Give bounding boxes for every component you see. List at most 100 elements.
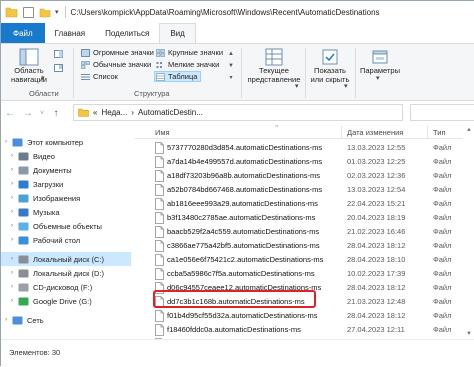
nav-item[interactable]: › Изображения bbox=[1, 191, 131, 205]
chevron-right-icon[interactable]: › bbox=[1, 317, 11, 323]
large-icons-icon bbox=[156, 48, 165, 57]
nav-item[interactable]: › Музыка bbox=[1, 205, 131, 219]
nav-item[interactable]: › Google Drive (G:) bbox=[1, 294, 131, 308]
nav-item[interactable]: › Сеть bbox=[1, 313, 131, 327]
chevron-right-icon[interactable]: › bbox=[7, 256, 17, 262]
preview-pane-button[interactable] bbox=[54, 50, 66, 58]
search-input[interactable] bbox=[410, 104, 474, 121]
nav-item[interactable]: › Этот компьютер bbox=[1, 135, 131, 149]
forward-arrow-icon[interactable]: → bbox=[19, 108, 37, 119]
file-type: Файл bbox=[433, 227, 452, 236]
file-type: Файл bbox=[433, 143, 452, 152]
table-row[interactable]: c3866ae775a42bf5.automaticDestinations-m… bbox=[135, 239, 474, 253]
nav-item-label: Музыка bbox=[33, 207, 60, 217]
options-button[interactable]: Параметры bbox=[357, 48, 403, 75]
file-date: 13.03.2023 12:55 bbox=[347, 143, 406, 152]
nav-item[interactable]: › Объемные объекты bbox=[1, 219, 131, 233]
nav-item[interactable]: › Видео bbox=[1, 149, 131, 163]
chevron-down-icon[interactable]: ▾ bbox=[376, 74, 380, 82]
table-row[interactable]: a18df73203b96a8b.automaticDestinations-m… bbox=[135, 169, 474, 183]
vertical-scrollbar[interactable]: ▲ ▼ bbox=[463, 125, 474, 339]
tab-file[interactable]: Файл bbox=[1, 23, 45, 43]
column-header-type[interactable]: Тип bbox=[433, 128, 446, 137]
chevron-right-icon[interactable]: › bbox=[7, 167, 17, 173]
layout-scroll-arrows[interactable]: ▲ ▼ ▾ bbox=[227, 48, 235, 84]
back-arrow-icon[interactable]: ← bbox=[1, 108, 19, 119]
table-view-option[interactable]: Таблица bbox=[154, 71, 202, 82]
current-view-button[interactable]: Текущее представление bbox=[245, 48, 303, 84]
huge-icons-option[interactable]: Огромные значки bbox=[81, 48, 154, 57]
file-icon bbox=[155, 282, 164, 294]
scroll-down-icon[interactable]: ▼ bbox=[466, 331, 472, 337]
nav-item[interactable]: › Загрузки bbox=[1, 177, 131, 191]
tab-view[interactable]: Вид bbox=[159, 23, 196, 43]
up-arrow-icon[interactable]: ↑ bbox=[47, 108, 65, 119]
file-date: 02.03.2023 12:36 bbox=[347, 171, 406, 180]
breadcrumb-separator-icon[interactable]: › bbox=[131, 108, 134, 117]
google-drive-icon bbox=[17, 296, 29, 306]
chevron-right-icon[interactable]: › bbox=[1, 139, 11, 145]
nav-item[interactable]: › Локальный диск (C:) bbox=[1, 252, 131, 266]
medium-icons-option[interactable]: Обычные значки bbox=[81, 60, 151, 69]
explorer-window: ▾ C:\Users\kompick\AppData\Roaming\Micro… bbox=[0, 0, 474, 367]
chevron-right-icon[interactable]: › bbox=[7, 153, 17, 159]
breadcrumb-overflow-icon[interactable]: « bbox=[93, 108, 97, 117]
nav-item[interactable]: › Локальный диск (D:) bbox=[1, 266, 131, 280]
column-header-date[interactable]: Дата изменения bbox=[347, 128, 403, 137]
table-row[interactable]: f18460fddc0a.automaticDestinations-ms 27.… bbox=[135, 323, 474, 337]
table-row[interactable]: baacb529f2a4c559.automaticDestinations-m… bbox=[135, 225, 474, 239]
chevron-right-icon[interactable]: › bbox=[7, 298, 17, 304]
nav-item[interactable]: › CD-дисковод (F:) bbox=[1, 280, 131, 294]
chevron-right-icon[interactable]: › bbox=[7, 209, 17, 215]
chevron-right-icon[interactable]: › bbox=[7, 195, 17, 201]
table-row[interactable]: b3f13480c2785ae.automaticDestinations-ms… bbox=[135, 211, 474, 225]
chevron-right-icon[interactable]: › bbox=[7, 284, 17, 290]
table-row[interactable]: d06c94557ceaee12.automaticDestinations-m… bbox=[135, 281, 474, 295]
tab-home[interactable]: Главная bbox=[45, 23, 95, 43]
chevron-up-icon[interactable]: ▲ bbox=[227, 48, 235, 60]
chevron-down-icon[interactable]: ▾ bbox=[295, 82, 299, 90]
show-hide-button[interactable]: Показать или скрыть bbox=[307, 48, 353, 84]
chevron-right-icon[interactable]: › bbox=[7, 181, 17, 187]
quick-access-checkbox[interactable] bbox=[23, 6, 34, 18]
table-row[interactable]: dd7c3b1c168b.automaticDestinations-ms 21.… bbox=[135, 295, 474, 309]
table-row[interactable]: a7da14b4e499557d.automaticDestinations-m… bbox=[135, 155, 474, 169]
address-box[interactable]: « Неда... › AutomaticDestin... bbox=[73, 104, 403, 121]
file-name: f18460fddc0a.automaticDestinations-ms bbox=[167, 325, 301, 334]
chevron-down-icon[interactable]: ▾ bbox=[344, 82, 348, 90]
scroll-up-icon[interactable]: ▲ bbox=[466, 127, 472, 133]
nav-item-label: Документы bbox=[33, 165, 72, 175]
chevron-down-icon[interactable]: ▾ bbox=[55, 8, 59, 16]
breadcrumb-recent[interactable]: Неда... bbox=[101, 108, 127, 117]
small-icons-option[interactable]: Мелкие значки bbox=[156, 60, 219, 69]
large-icons-option[interactable]: Крупные значки bbox=[156, 48, 223, 57]
details-pane-button[interactable] bbox=[54, 64, 66, 72]
recent-locations-chevron-icon[interactable]: ˅ bbox=[37, 110, 47, 117]
chevron-down-icon[interactable]: ▾ bbox=[41, 74, 45, 82]
file-name: b3f13480c2785ae.automaticDestinations-ms bbox=[167, 213, 316, 222]
table-row[interactable]: ccba5a5986c7f5a.automaticDestinations-ms… bbox=[135, 267, 474, 281]
table-row[interactable]: ca1e056e6f75421c2.automaticDestinations-… bbox=[135, 253, 474, 267]
breadcrumb-automatic-destinations[interactable]: AutomaticDestin... bbox=[138, 108, 203, 117]
table-row[interactable]: a52b0784bd667468.automaticDestinations-m… bbox=[135, 183, 474, 197]
column-header-name[interactable]: Имя bbox=[155, 128, 170, 137]
table-row[interactable]: 5737770280d3d854.automaticDestinations-m… bbox=[135, 141, 474, 155]
table-row[interactable]: ab1816eee993a29.automaticDestinations-ms… bbox=[135, 197, 474, 211]
list-view-option[interactable]: Список bbox=[81, 72, 118, 81]
tab-share[interactable]: Поделиться bbox=[95, 23, 159, 43]
file-date: 28.04.2023 18:10 bbox=[347, 255, 406, 264]
file-icon bbox=[155, 184, 164, 196]
nav-item[interactable]: › Документы bbox=[1, 163, 131, 177]
more-icon[interactable]: ▾ bbox=[227, 72, 235, 84]
chevron-down-icon[interactable]: ▼ bbox=[227, 60, 235, 72]
nav-item[interactable]: › Рабочий стол bbox=[1, 233, 131, 247]
chevron-right-icon[interactable]: › bbox=[7, 223, 17, 229]
table-row[interactable]: f01b4d95cf55d32a.automaticDestinations-m… bbox=[135, 309, 474, 323]
current-view-label: Текущее представление bbox=[247, 66, 301, 84]
chevron-right-icon[interactable]: › bbox=[7, 270, 17, 276]
file-type: Файл bbox=[433, 297, 452, 306]
window-title: C:\Users\kompick\AppData\Roaming\Microso… bbox=[70, 7, 380, 17]
file-type: Файл bbox=[433, 325, 452, 334]
chevron-right-icon[interactable]: › bbox=[7, 237, 17, 243]
new-folder-icon[interactable] bbox=[39, 7, 51, 18]
